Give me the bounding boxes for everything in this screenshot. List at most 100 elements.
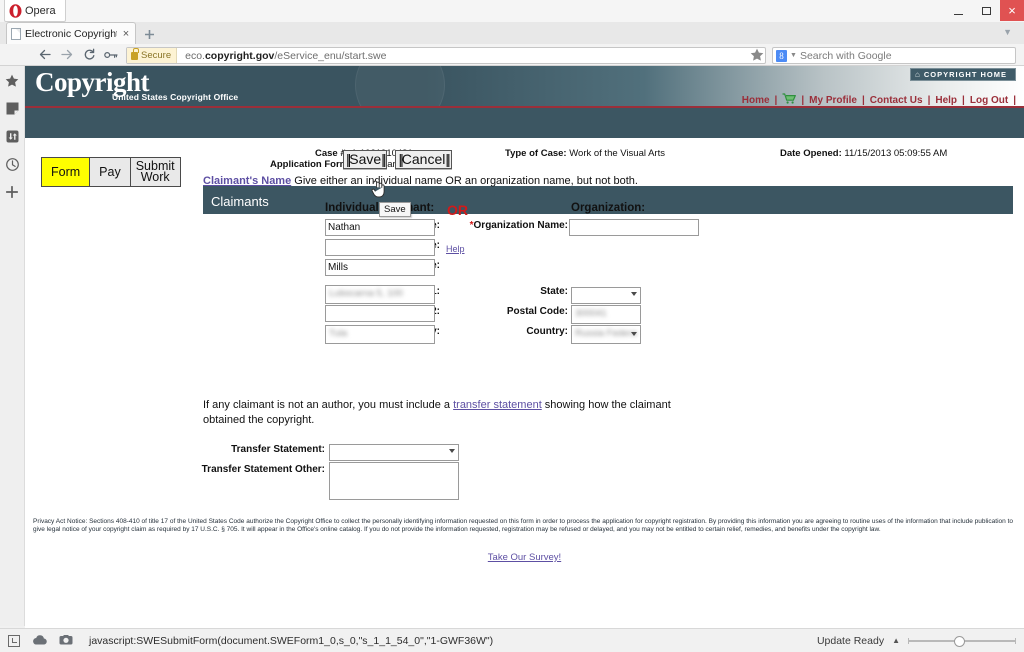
tab-list-chevron-down-icon[interactable]: ▼ (1003, 27, 1012, 37)
notes-icon[interactable] (4, 100, 20, 116)
organization-heading: Organization: (571, 202, 646, 214)
new-tab-button[interactable] (140, 25, 158, 43)
save-tooltip: Save (379, 202, 411, 217)
transfer-statement-note: If any claimant is not an author, you mu… (203, 398, 703, 428)
address-bar[interactable]: Secure eco.copyright.gov/eService_enu/st… (126, 47, 766, 64)
copyright-seal-watermark (355, 66, 445, 106)
secure-label: Secure (141, 50, 172, 61)
opera-menu-tab[interactable]: Opera (4, 0, 66, 22)
copyright-home-label: COPYRIGHT HOME (923, 70, 1007, 79)
case-meta: Case #: 1-1021910481 Application Format:… (25, 148, 1024, 176)
transfer-statement-select[interactable] (329, 444, 459, 461)
nav-home[interactable]: Home (737, 95, 775, 106)
title-bar: Opera × (0, 0, 1024, 22)
state-select[interactable] (571, 287, 641, 304)
opera-browser-window: Opera × Electronic Copyright O... × ▼ (0, 0, 1024, 652)
update-ready-label[interactable]: Update Ready (817, 635, 884, 647)
middle-name-input[interactable] (325, 239, 435, 256)
take-our-survey-link[interactable]: Take Our Survey! (25, 552, 1024, 563)
organization-name-input[interactable] (569, 219, 699, 236)
help-link[interactable]: Help (446, 244, 465, 254)
save-button-label: Save (349, 151, 382, 167)
claimants-hint-text: Give either an individual name OR an org… (294, 175, 638, 187)
maximize-button[interactable] (972, 0, 1000, 22)
snapshot-camera-icon[interactable] (59, 632, 73, 650)
sidebar-toggle-icon[interactable] (8, 634, 20, 647)
state-label: State: (540, 286, 568, 297)
close-window-button[interactable]: × (1000, 0, 1024, 21)
vpn-key-icon[interactable] (100, 44, 122, 66)
zoom-slider[interactable] (908, 635, 1016, 647)
close-icon: × (1008, 3, 1016, 18)
reload-button[interactable] (78, 44, 100, 66)
last-name-input[interactable] (325, 259, 435, 276)
search-engine-chevron-down-icon[interactable]: ▼ (790, 52, 797, 59)
nav-my-profile[interactable]: My Profile (804, 95, 862, 106)
city-redacted-value: Tula (329, 328, 348, 339)
mouse-cursor (371, 180, 385, 198)
nav-help[interactable]: Help (930, 95, 962, 106)
claimants-name-link[interactable]: Claimant's Name (203, 175, 291, 187)
browser-tab-electronic-copyright[interactable]: Electronic Copyright O... × (6, 22, 136, 44)
status-bar: javascript:SWESubmitForm(document.SWEFor… (0, 628, 1024, 652)
search-engine-icon: 8 (776, 49, 787, 62)
status-bar-left: javascript:SWESubmitForm(document.SWEFor… (0, 632, 493, 650)
add-panel-icon[interactable] (4, 184, 20, 200)
tab-strip: Electronic Copyright O... × ▼ (0, 22, 1024, 44)
home-icon: ⌂ (914, 70, 920, 79)
country-redacted-value: Russia Federa (575, 328, 637, 339)
claimants-hint-row: Claimant's Name Give either an individua… (203, 175, 638, 187)
copyright-home-button[interactable]: ⌂ COPYRIGHT HOME (909, 68, 1016, 81)
postal-code-redacted-value: 300041 (575, 308, 607, 319)
navigation-toolbar: Secure eco.copyright.gov/eService_enu/st… (0, 44, 1024, 66)
browser-tab-title: Electronic Copyright O... (25, 27, 117, 40)
forward-button[interactable] (56, 44, 78, 66)
type-of-case-value: Work of the Visual Arts (569, 148, 665, 159)
cloud-icon[interactable] (32, 632, 47, 650)
first-name-input[interactable] (325, 219, 435, 236)
downloads-icon[interactable] (4, 128, 20, 144)
city-input[interactable]: Tula (325, 325, 435, 344)
nav-log-out[interactable]: Log Out (965, 95, 1013, 106)
transfer-statement-label: Transfer Statement: (231, 444, 325, 455)
cancel-button-label: Cancel (401, 151, 446, 167)
site-nav-spacer (25, 126, 1024, 138)
cancel-button-right-pipe: || (445, 151, 450, 167)
postal-code-input[interactable]: 300041 (571, 305, 641, 324)
history-icon[interactable] (4, 156, 20, 172)
country-select[interactable]: Russia Federa (571, 325, 641, 344)
nav-contact-us[interactable]: Contact Us (865, 95, 928, 106)
opera-app-name: Opera (25, 4, 56, 17)
tab-close-icon[interactable]: × (121, 28, 131, 40)
save-button[interactable]: || Save || (343, 150, 388, 169)
bookmark-star-icon[interactable] (750, 48, 764, 64)
web-page-viewport: Copyright United States Copyright Office… (25, 66, 1024, 628)
search-box[interactable]: 8 ▼ Search with Google (772, 47, 1016, 64)
minimize-button[interactable] (944, 0, 972, 22)
field-row-state: State: (453, 286, 568, 297)
country-select-wrap: Russia Federa (571, 325, 641, 349)
date-opened-label: Date Opened: (780, 148, 842, 159)
copyright-logo: Copyright United States Copyright Office (35, 68, 238, 102)
cart-icon[interactable] (777, 93, 801, 107)
form-action-buttons: || Save || || Cancel || (343, 150, 452, 169)
address1-input[interactable]: Lubocarna 5, 100 (325, 285, 435, 304)
back-button[interactable] (34, 44, 56, 66)
zoom-slider-knob[interactable] (954, 635, 965, 647)
field-row-country: Country: (453, 326, 568, 337)
lock-icon (131, 48, 139, 60)
transfer-statement-other-textarea[interactable] (329, 462, 459, 500)
security-badge: Secure (127, 48, 178, 63)
country-label: Country: (526, 326, 568, 337)
transfer-statement-link[interactable]: transfer statement (453, 399, 542, 411)
field-row-transfer-statement: Transfer Statement: (203, 444, 325, 455)
search-input-placeholder: Search with Google (799, 49, 892, 62)
update-caret-up-icon[interactable]: ▲ (892, 636, 900, 645)
organization-name-label: *Organization Name: (469, 220, 568, 231)
bookmarks-icon[interactable] (4, 72, 20, 88)
cancel-button[interactable]: || Cancel || (395, 150, 452, 169)
address2-input[interactable] (325, 305, 435, 322)
field-row-transfer-statement-other: Transfer Statement Other: (202, 464, 325, 475)
type-of-case-label: Type of Case: (505, 148, 567, 159)
privacy-act-notice: Privacy Act Notice: Sections 408-410 of … (33, 518, 1013, 534)
